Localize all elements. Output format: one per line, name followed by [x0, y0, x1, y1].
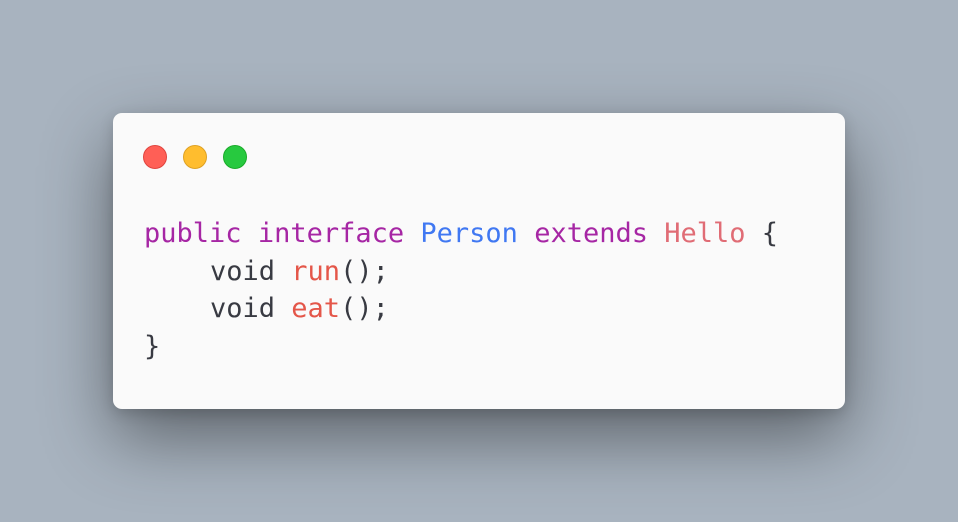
code-line: }	[144, 328, 778, 366]
code-line: public interface Person extends Hello {	[144, 215, 778, 253]
code-token: extends	[534, 218, 648, 249]
code-token: {	[745, 218, 779, 249]
code-block: public interface Person extends Hello {v…	[144, 215, 778, 365]
maximize-button[interactable]	[223, 145, 247, 169]
code-token: run	[291, 255, 341, 287]
code-window: public interface Person extends Hello {v…	[113, 113, 845, 409]
code-token: Hello	[664, 218, 746, 249]
code-line: void eat();	[144, 290, 778, 328]
code-token: void	[210, 255, 276, 287]
minimize-button[interactable]	[183, 145, 207, 169]
code-token: void	[210, 293, 276, 324]
code-token: Person	[420, 218, 518, 249]
page-background: { "window": { "controls": [ { "name": "c…	[0, 0, 958, 522]
code-token: interface	[257, 218, 405, 249]
code-line: void run();	[144, 253, 778, 291]
code-token: eat	[291, 293, 341, 324]
close-button[interactable]	[143, 145, 167, 169]
code-token: public	[144, 218, 242, 249]
code-token: ();	[340, 255, 389, 287]
code-token: ();	[340, 293, 389, 324]
code-token: }	[144, 330, 161, 362]
